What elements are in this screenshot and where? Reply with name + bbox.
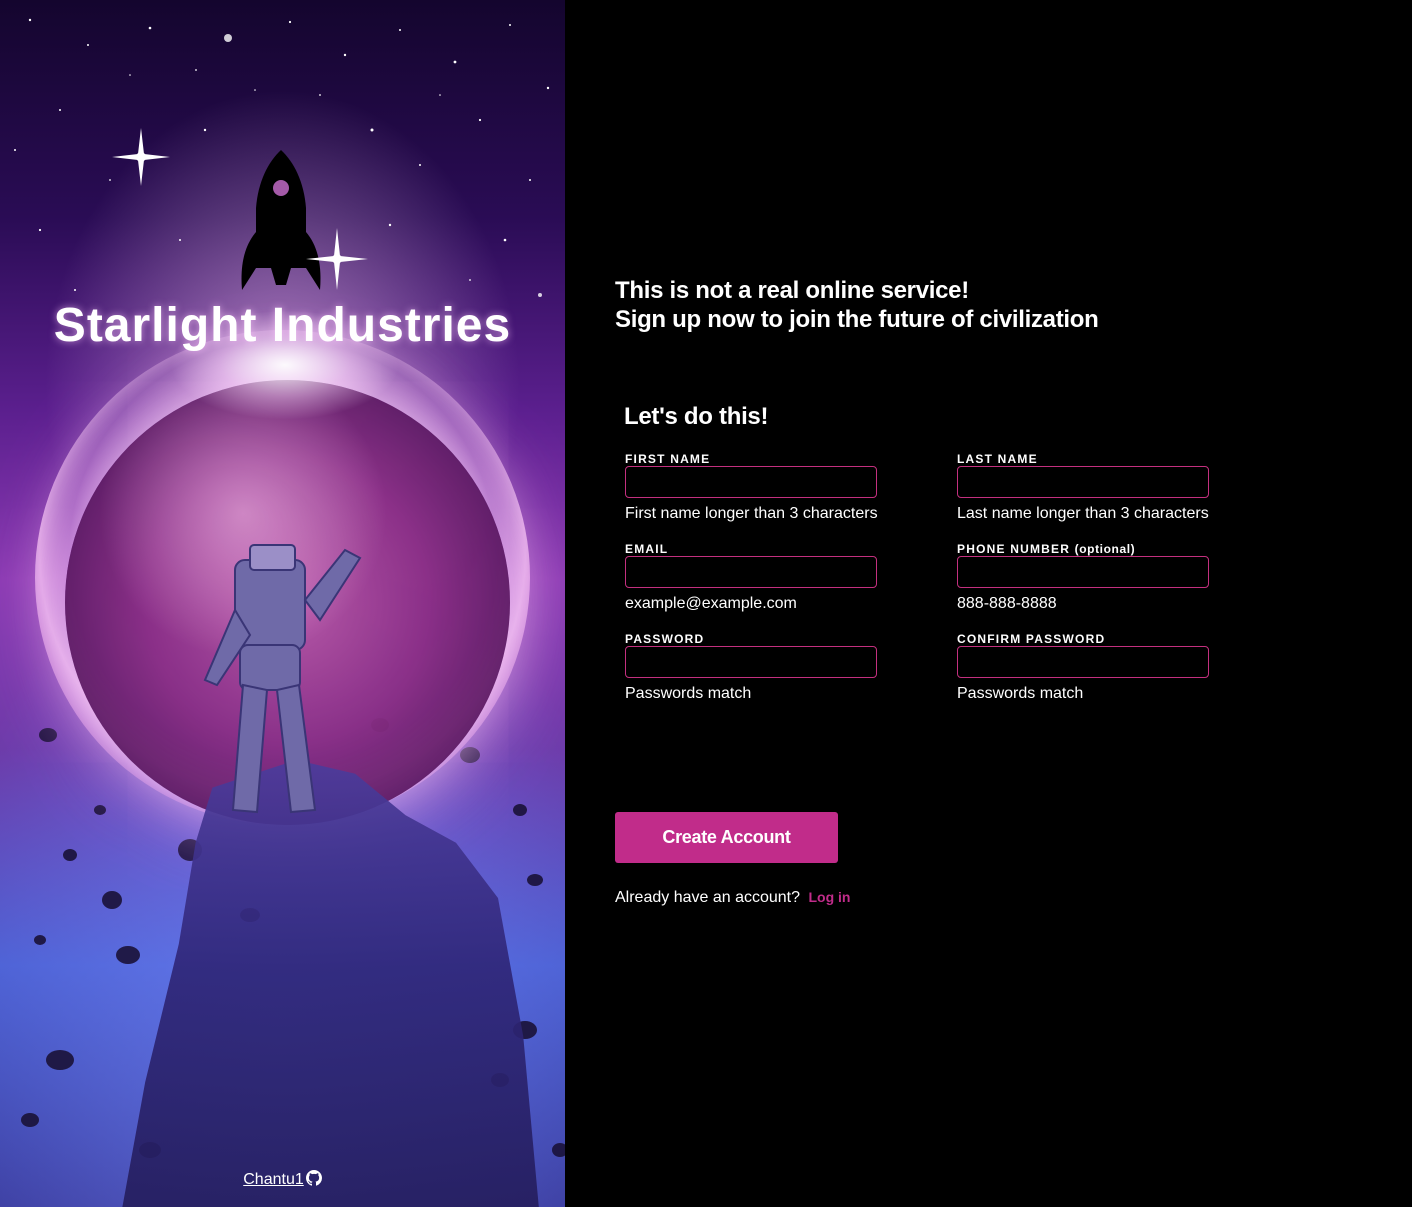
- phone-hint: 888-888-8888: [957, 595, 1057, 612]
- email-group: Email example@example.com: [625, 542, 885, 613]
- last-name-hint: Last name longer than 3 characters: [957, 505, 1209, 522]
- intro-text: This is not a real online service! Sign …: [615, 276, 1099, 334]
- first-name-input[interactable]: [625, 466, 877, 498]
- password-hint: Passwords match: [625, 685, 752, 702]
- password-label: Password: [625, 632, 705, 646]
- password-input[interactable]: [625, 646, 877, 678]
- confirm-password-label: Confirm Password: [957, 632, 1106, 646]
- email-hint: example@example.com: [625, 595, 797, 612]
- author-credit: Chantu1: [0, 1170, 565, 1189]
- intro-line-1: This is not a real online service!: [615, 277, 969, 304]
- astronaut-illustration: [203, 544, 362, 814]
- create-account-button[interactable]: Create Account: [615, 812, 838, 863]
- hero-panel: Starlight Industries Chantu1: [0, 0, 565, 1207]
- sparkle-icon: [306, 228, 368, 290]
- login-prompt: Already have an account? Log in: [615, 889, 850, 907]
- sparkle-icon: [112, 128, 170, 186]
- intro-line-2: Sign up now to join the future of civili…: [615, 306, 1099, 333]
- phone-label: Phone Number (optional): [957, 542, 1217, 556]
- last-name-input[interactable]: [957, 466, 1209, 498]
- confirm-password-hint: Passwords match: [957, 685, 1084, 702]
- login-prompt-text: Already have an account?: [615, 889, 801, 906]
- brand-title: Starlight Industries: [53, 299, 512, 352]
- github-icon[interactable]: [305, 1170, 322, 1186]
- last-name-label: Last Name: [957, 452, 1038, 466]
- author-link[interactable]: Chantu1: [243, 1171, 304, 1188]
- phone-input[interactable]: [957, 556, 1209, 588]
- first-name-group: First Name First name longer than 3 char…: [625, 452, 885, 523]
- password-group: Password Passwords match: [625, 632, 885, 703]
- confirm-password-input[interactable]: [957, 646, 1209, 678]
- first-name-hint: First name longer than 3 characters: [625, 505, 878, 522]
- email-label: Email: [625, 542, 669, 556]
- phone-label-text: Phone Number: [957, 542, 1071, 556]
- last-name-group: Last Name Last name longer than 3 charac…: [957, 452, 1217, 523]
- login-link[interactable]: Log in: [808, 889, 850, 905]
- phone-group: Phone Number (optional) 888-888-8888: [957, 542, 1217, 613]
- form-title: Let's do this!: [624, 403, 769, 430]
- phone-optional-label: (optional): [1074, 542, 1136, 556]
- first-name-label: First Name: [625, 452, 711, 466]
- email-input[interactable]: [625, 556, 877, 588]
- confirm-password-group: Confirm Password Passwords match: [957, 632, 1217, 703]
